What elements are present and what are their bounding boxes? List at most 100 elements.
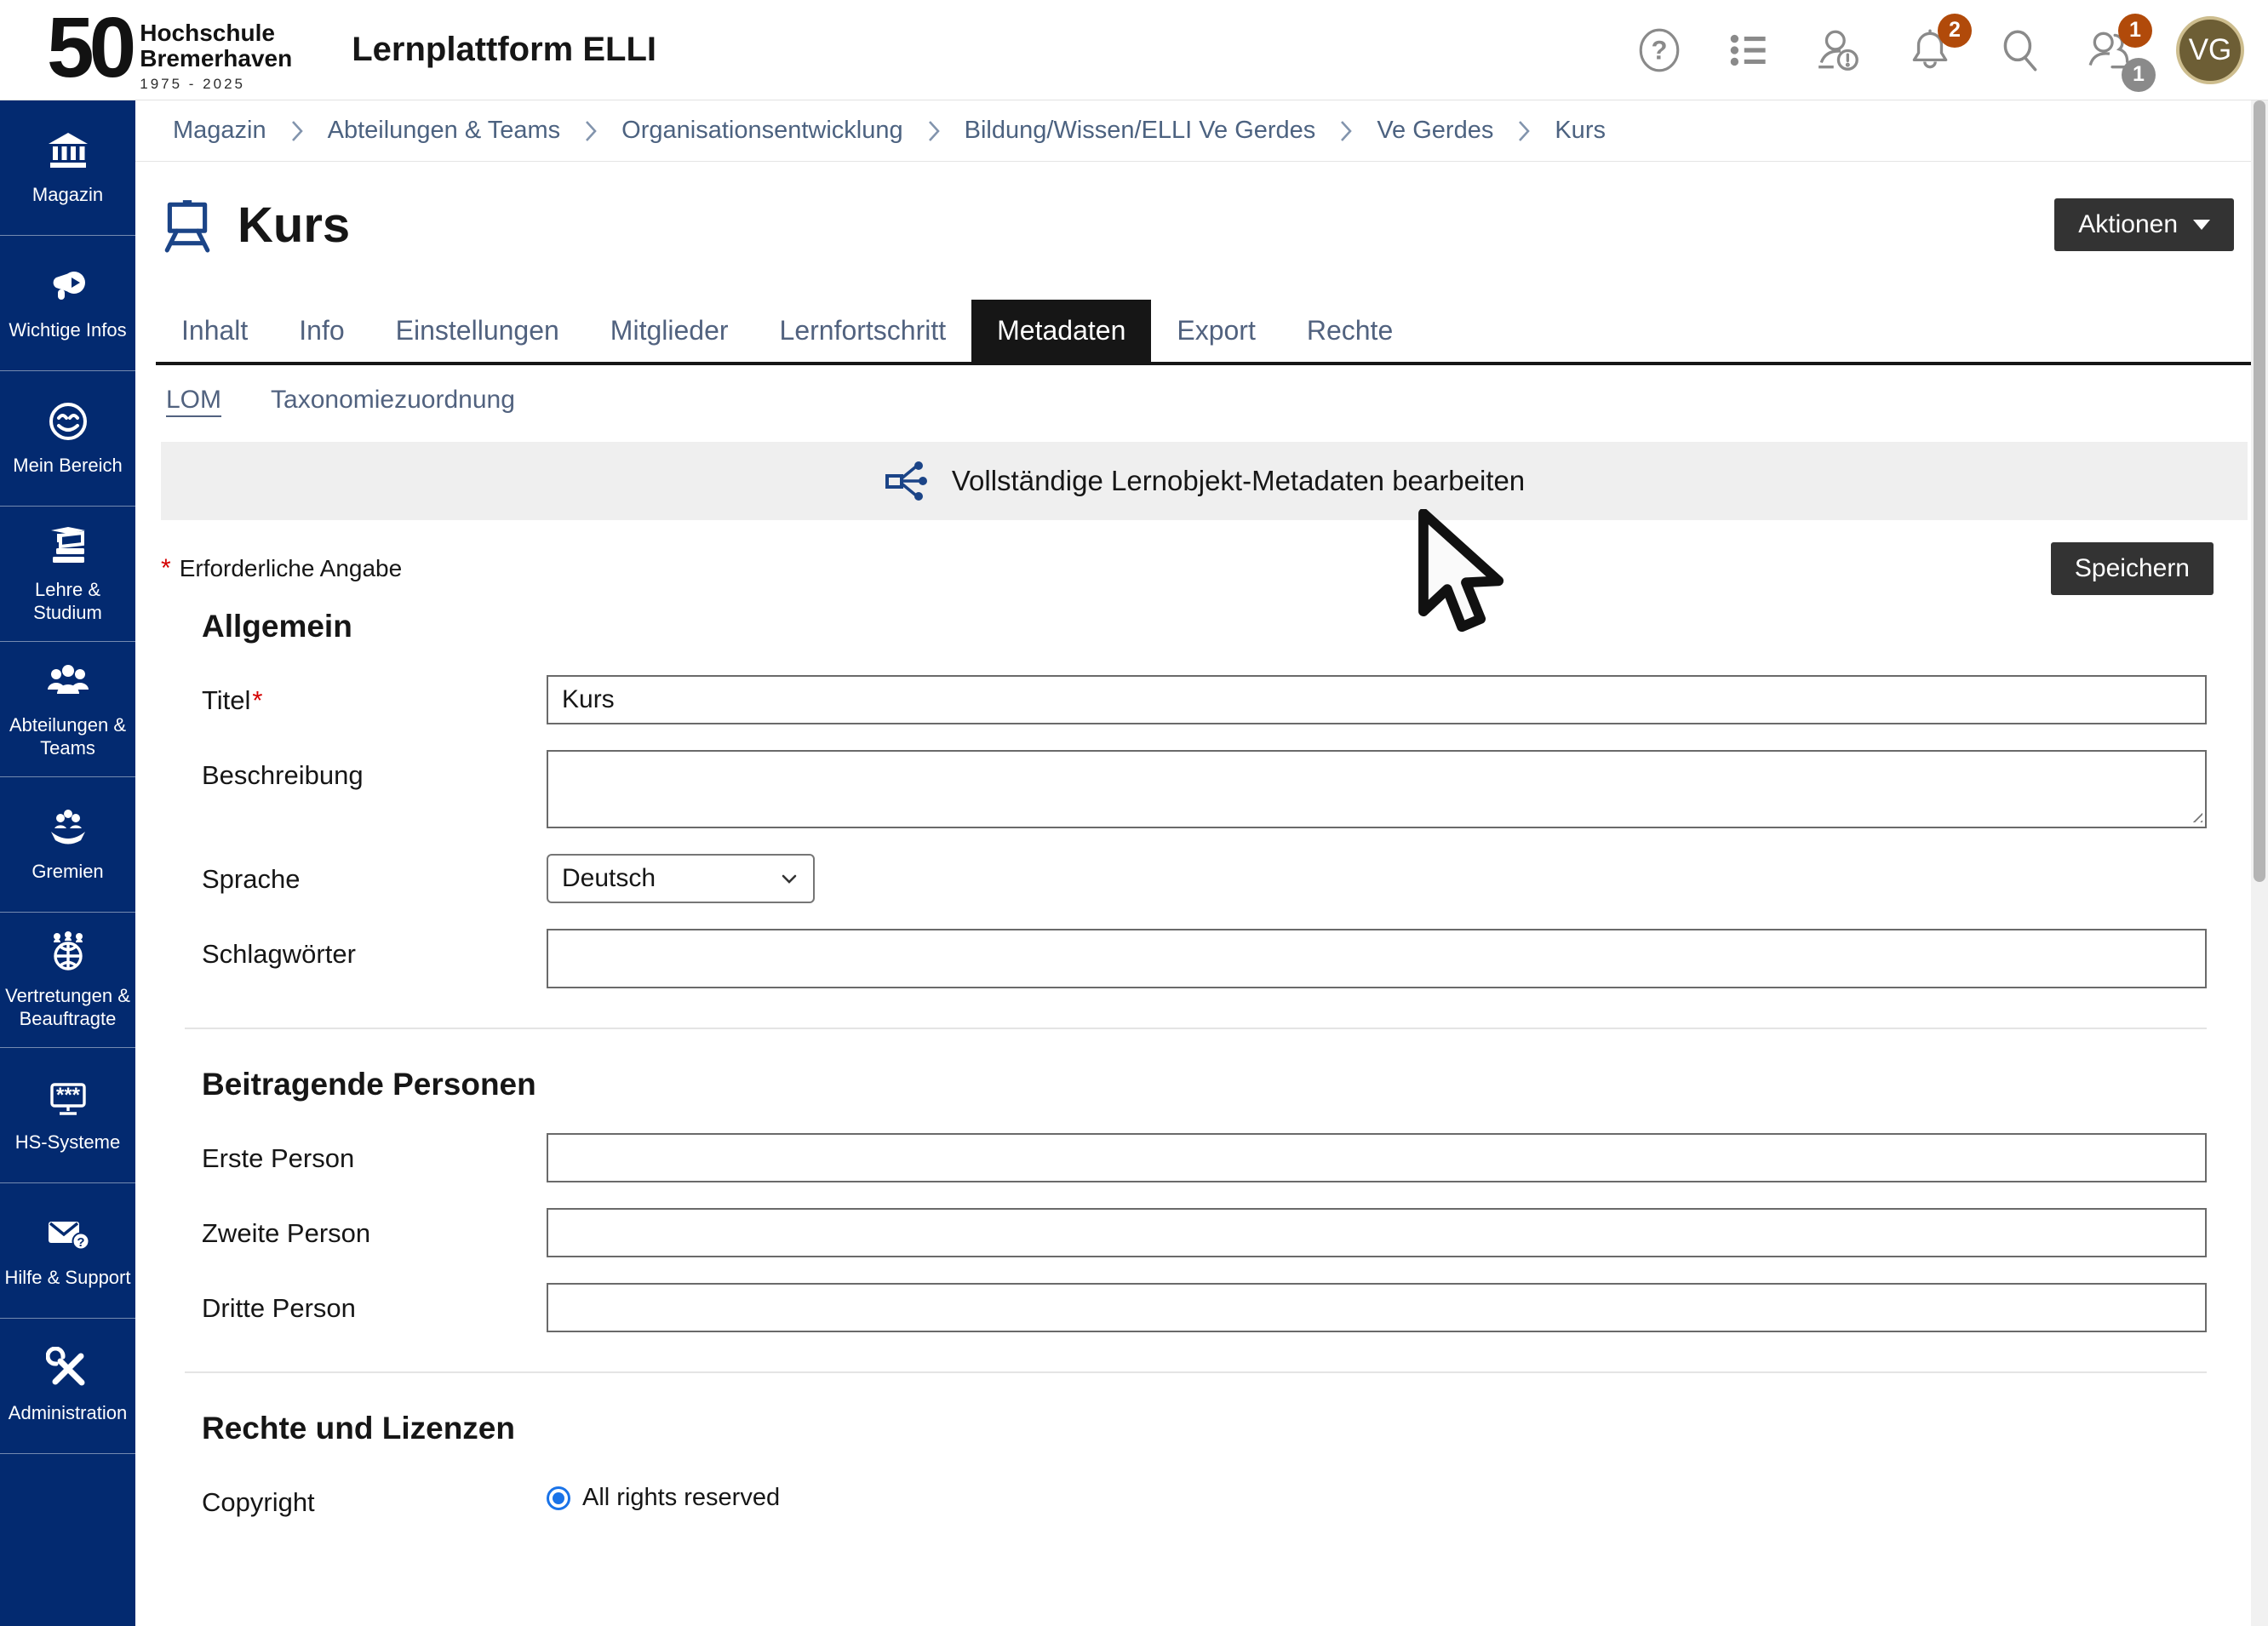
logo-text: Hochschule Bremerhaven 1975 - 2025 [140,6,292,94]
logo-years: 1975 - 2025 [140,76,292,93]
sprache-selected-value: Deutsch [562,864,656,893]
form-meta-row: *Erforderliche Angabe Speichern [135,542,2268,595]
save-button[interactable]: Speichern [2051,542,2214,595]
tab-rechte[interactable]: Rechte [1281,300,1418,362]
field-control-titel [547,675,2207,724]
sidebar-item-label: Wichtige Infos [9,318,126,342]
sidebar-item-label: Gremien [32,860,103,884]
monitor-icon: *** [46,1076,90,1120]
sidebar-item-gremien[interactable]: Gremien [0,777,135,913]
copyright-radio-label: All rights reserved [582,1484,780,1512]
logo-50: 50 [47,6,131,89]
header-actions: ? 2 1 1 VG [1635,16,2268,84]
contacts-icon[interactable]: 1 1 [2086,26,2135,75]
section-divider [185,1028,2207,1029]
actions-button[interactable]: Aktionen [2054,198,2234,251]
user-status-icon[interactable] [1815,26,1864,75]
sidebar-item-vertretungen-beauftragte[interactable]: Vertretungen & Beauftragte [0,913,135,1048]
tab-info[interactable]: Info [273,300,369,362]
sidebar-item-label: Magazin [32,183,103,207]
breadcrumb-item-magazin[interactable]: Magazin [173,117,266,145]
zweite-person-input[interactable] [547,1208,2207,1257]
sidebar-item-label: Lehre & Studium [4,578,131,625]
dritte-person-input[interactable] [547,1283,2207,1332]
tab-bar: InhaltInfoEinstellungenMitgliederLernfor… [156,300,2256,365]
logo-name-line1: Hochschule [140,20,292,46]
field-control-sprache: Deutsch [547,854,2207,903]
vertical-scrollbar [2251,100,2268,1626]
titel-input[interactable] [547,675,2207,724]
sidebar-item-wichtige-infos[interactable]: Wichtige Infos [0,236,135,371]
beschreibung-textarea[interactable] [547,750,2207,828]
section-title-beitragende-personen: Beitragende Personen [202,1067,2207,1102]
subtab-bar: LOM Taxonomiezuordnung [135,365,2268,415]
form-row-copyright: Copyright All rights reserved [202,1477,2207,1518]
sidebar-item-abteilungen-teams[interactable]: Abteilungen & Teams [0,642,135,777]
breadcrumb-item-ve-gerdes[interactable]: Ve Gerdes [1377,117,1493,145]
field-label-copyright: Copyright [202,1477,547,1518]
form-row-zweite-person: Zweite Person [202,1208,2207,1257]
sidebar-item-mein-bereich[interactable]: Mein Bereich [0,371,135,507]
sidebar-item-administration[interactable]: Administration [0,1319,135,1454]
section-title-rechte-und-lizenzen: Rechte und Lizenzen [202,1411,2207,1446]
sidebar-item-label: Hilfe & Support [5,1266,131,1290]
copyright-radio[interactable] [547,1486,570,1510]
form-row-erste-person: Erste Person [202,1133,2207,1182]
field-label-sprache: Sprache [202,854,547,903]
edit-full-metadata-banner[interactable]: Vollständige Lernobjekt-Metadaten bearbe… [161,442,2248,520]
erste-person-input[interactable] [547,1133,2207,1182]
sidebar-item-lehre-studium[interactable]: Lehre & Studium [0,507,135,642]
form-row-dritte-person: Dritte Person [202,1283,2207,1332]
notifications-bell-icon[interactable]: 2 [1905,26,1955,75]
course-easel-icon [159,197,215,253]
required-asterisk: * [252,685,262,715]
svg-text:?: ? [77,1235,84,1250]
main-content: Magazin Abteilungen & Teams Organisationse… [135,100,2268,1626]
copyright-radio-row: All rights reserved [547,1477,2207,1512]
subtab-taxonomiezuordnung[interactable]: Taxonomiezuordnung [271,386,515,415]
help-icon[interactable]: ? [1635,26,1684,75]
subtab-lom[interactable]: LOM [166,386,221,415]
tab-lernfortschritt[interactable]: Lernfortschritt [754,300,972,362]
tab-einstellungen[interactable]: Einstellungen [370,300,585,362]
list-icon[interactable] [1725,26,1774,75]
tab-metadaten[interactable]: Metadaten [971,300,1151,362]
sidebar-item-hs-systeme[interactable]: ***HS-Systeme [0,1048,135,1183]
breadcrumb-item-bildung-wissen-elli-ve-gerdes[interactable]: Bildung/Wissen/ELLI Ve Gerdes [965,117,1316,145]
field-control-schlagwoerter [547,929,2207,988]
people-group-icon [46,659,90,703]
sprache-select[interactable]: Deutsch [547,854,815,903]
hochschule-bremerhaven-logo[interactable]: 50 Hochschule Bremerhaven 1975 - 2025 [47,6,292,94]
contacts-online-badge: 1 [2122,58,2156,92]
field-label-dritte-person: Dritte Person [202,1283,547,1332]
search-icon[interactable] [1996,26,2045,75]
field-label-erste-person: Erste Person [202,1133,547,1182]
globe-people-icon [46,930,90,974]
breadcrumb-chevron-icon [927,120,941,142]
megaphone-icon [46,264,90,308]
chevron-down-icon [2193,220,2210,230]
main-sidebar: Magazin Wichtige Infos Mein Bereich Lehre &… [0,100,135,1626]
sidebar-item-label: Mein Bereich [13,454,122,478]
breadcrumb-chevron-icon [1339,120,1353,142]
form-row-schlagwoerter: Schlagwörter [202,929,2207,988]
tab-mitglieder[interactable]: Mitglieder [585,300,754,362]
avatar[interactable]: VG [2176,16,2244,84]
field-control-erste-person [547,1133,2207,1182]
save-button-label: Speichern [2075,554,2190,583]
sidebar-item-hilfe-support[interactable]: ? Hilfe & Support [0,1183,135,1319]
app-title: Lernplattform ELLI [352,31,656,69]
breadcrumb-item-kurs: Kurs [1555,117,1606,145]
breadcrumb-chevron-icon [290,120,304,142]
schlagwoerter-input[interactable] [547,929,2207,988]
field-label-zweite-person: Zweite Person [202,1208,547,1257]
tab-inhalt[interactable]: Inhalt [156,300,273,362]
breadcrumb-item-abteilungen-teams[interactable]: Abteilungen & Teams [328,117,561,145]
breadcrumb-item-organisationsentwicklung[interactable]: Organisationsentwicklung [621,117,902,145]
scrollbar-thumb[interactable] [2254,100,2265,882]
tab-export[interactable]: Export [1151,300,1280,362]
sidebar-item-magazin[interactable]: Magazin [0,100,135,236]
field-control-zweite-person [547,1208,2207,1257]
required-note: *Erforderliche Angabe [161,554,402,583]
sidebar-item-label: Vertretungen & Beauftragte [4,984,131,1031]
